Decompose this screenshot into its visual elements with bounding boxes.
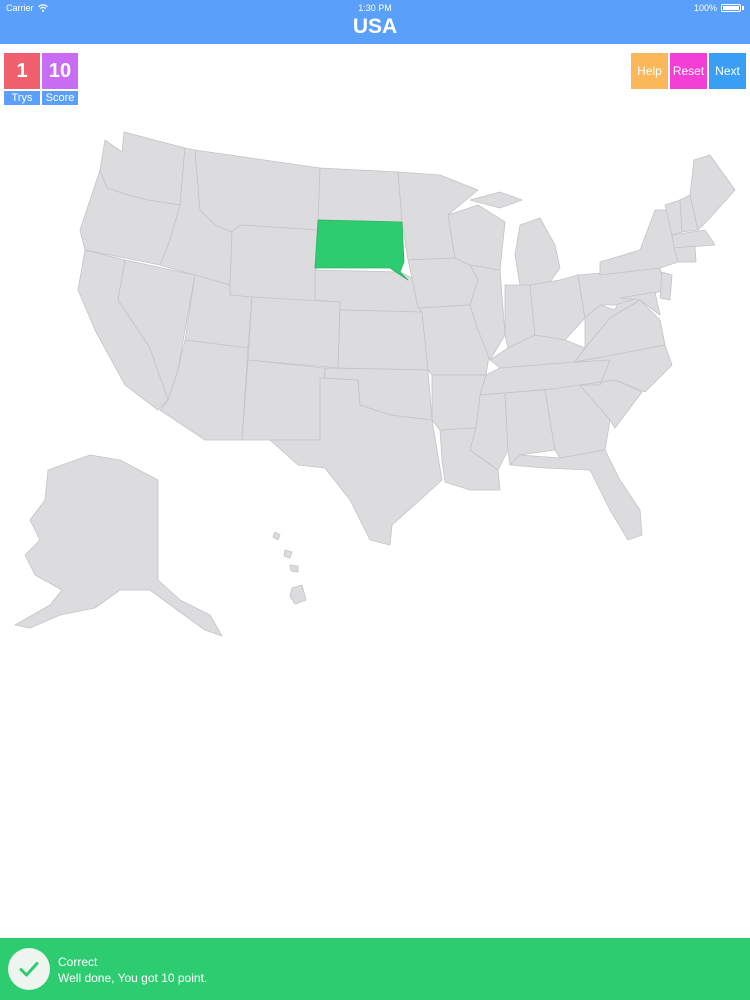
state-kansas[interactable]: [337, 309, 429, 371]
state-colorado[interactable]: [247, 296, 341, 369]
banner-message: Well done, You got 10 point.: [58, 971, 208, 985]
next-button[interactable]: Next: [709, 53, 746, 89]
state-new-jersey[interactable]: [659, 271, 673, 301]
score-value: 10: [42, 53, 78, 89]
trys-counter: 1 Trys: [4, 53, 40, 105]
usa-map: [14, 131, 736, 637]
checkmark-icon: [8, 948, 50, 990]
state-wyoming[interactable]: [229, 224, 319, 306]
state-new-york[interactable]: [599, 209, 679, 276]
state-alaska[interactable]: [14, 454, 223, 637]
battery-icon: [721, 4, 741, 12]
result-banner: Correct Well done, You got 10 point.: [0, 938, 750, 1000]
checkmark-glyph: [19, 962, 39, 977]
state-maine[interactable]: [689, 154, 736, 231]
state-hawaii[interactable]: [272, 531, 307, 605]
battery-tip: [742, 6, 744, 10]
battery-percent: 100%: [693, 3, 717, 13]
score-label: Score: [42, 91, 78, 105]
state-new-mexico[interactable]: [241, 359, 326, 441]
status-time: 1:30 PM: [358, 3, 392, 13]
header: Carrier 1:30 PM 100% USA: [0, 0, 750, 44]
battery-group: 100%: [694, 3, 744, 13]
trys-value: 1: [4, 53, 40, 89]
state-connecticut[interactable]: [673, 245, 697, 263]
trys-label: Trys: [4, 91, 40, 105]
state-iowa[interactable]: [407, 257, 479, 309]
banner-title: Correct: [58, 955, 98, 969]
state-montana[interactable]: [194, 149, 321, 233]
state-florida[interactable]: [509, 449, 643, 541]
state-ohio[interactable]: [529, 274, 586, 341]
score-counter: 10 Score: [42, 53, 78, 105]
reset-button[interactable]: Reset: [670, 53, 707, 89]
state-north-dakota[interactable]: [317, 167, 403, 223]
help-button[interactable]: Help: [631, 53, 668, 89]
app-title: USA: [352, 15, 398, 38]
status-bar: Carrier 1:30 PM 100%: [0, 0, 750, 16]
